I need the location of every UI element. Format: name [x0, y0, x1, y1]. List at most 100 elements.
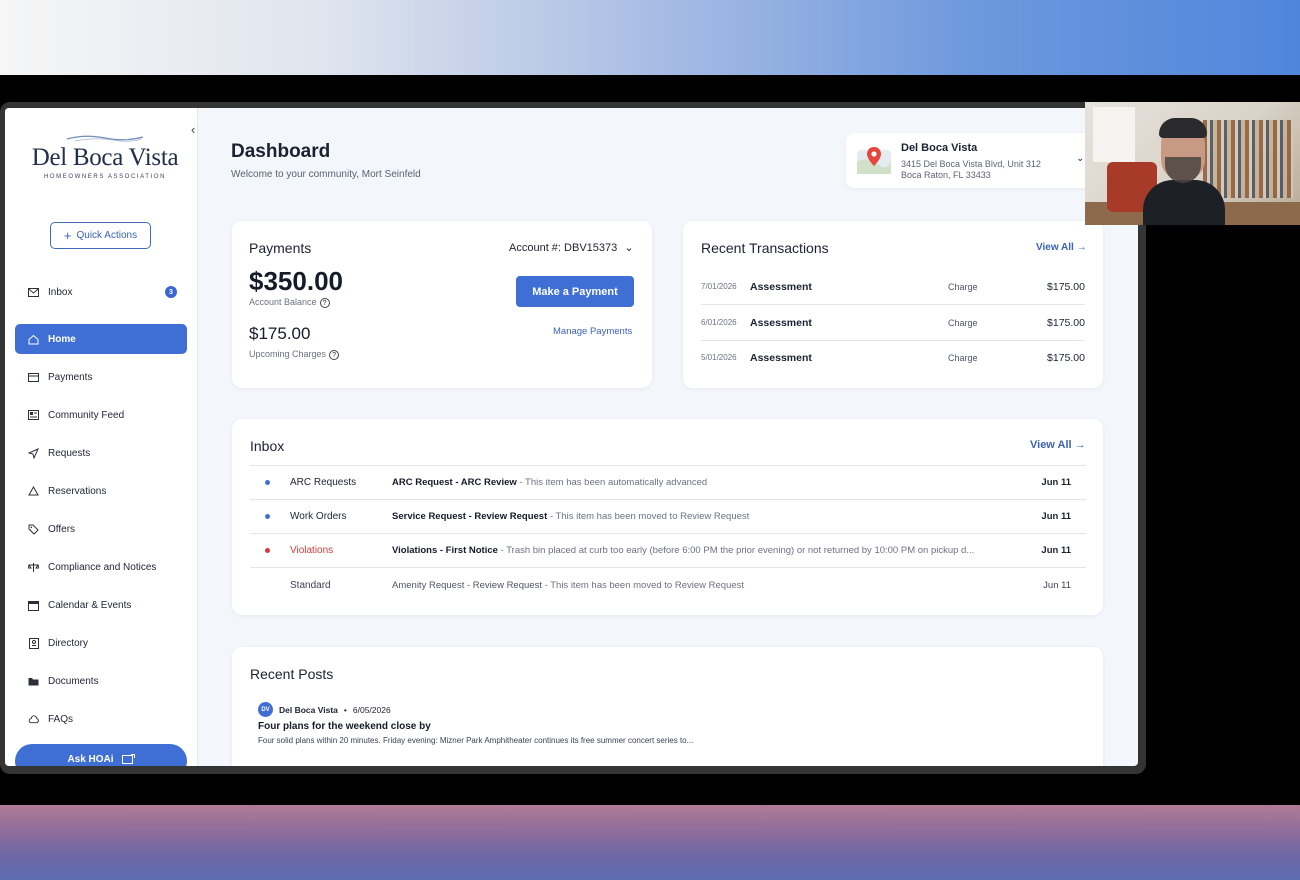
sidebar-item-calendar[interactable]: Calendar & Events: [15, 590, 187, 620]
help-icon[interactable]: ?: [329, 349, 340, 360]
sidebar-item-label: Reservations: [48, 485, 107, 497]
avatar: DV: [258, 702, 273, 717]
sidebar-item-label: Inbox: [48, 286, 73, 298]
logo-tagline: HOMEOWNERS ASSOCIATION: [43, 174, 167, 180]
webcam-window-area: [1093, 107, 1135, 162]
inbox-date: Jun 11: [1041, 511, 1071, 522]
transaction-row[interactable]: 6/01/2026 Assessment Charge $175.00: [701, 306, 1085, 341]
transactions-view-all-link[interactable]: View All →: [1036, 242, 1087, 253]
community-address-line1: 3415 Del Boca Vista Blvd, Unit 312: [901, 159, 1041, 169]
post-body: Four solid plans within 20 minutes. Frid…: [258, 736, 694, 745]
recent-posts-title: Recent Posts: [250, 666, 334, 682]
tag-icon: [28, 524, 39, 535]
sidebar-item-community-feed[interactable]: Community Feed: [15, 400, 187, 430]
transaction-type: Charge: [948, 282, 978, 292]
app-window: ‹ Del Boca Vista HOMEOWNERS ASSOCIATION …: [5, 108, 1138, 766]
inbox-message: Violations - First Notice - Trash bin pl…: [392, 545, 1012, 556]
book-icon: [28, 637, 39, 649]
collapse-sidebar-icon[interactable]: ‹: [191, 122, 195, 137]
map-pin-icon: [856, 144, 892, 176]
transaction-row[interactable]: 5/01/2026 Assessment Charge $175.00: [701, 341, 1085, 376]
upcoming-charges-label: Upcoming Charges: [249, 349, 327, 359]
recent-transactions-card: Recent Transactions View All → 7/01/2026…: [683, 221, 1103, 388]
transactions-title: Recent Transactions: [701, 240, 829, 256]
inbox-detail: - Trash bin placed at curb too early (be…: [497, 545, 975, 556]
sidebar-item-label: Community Feed: [48, 409, 125, 421]
background-bottom: [0, 805, 1300, 880]
unread-dot-icon: [265, 548, 270, 553]
transaction-date: 7/01/2026: [701, 282, 737, 291]
inbox-row[interactable]: Work Orders Service Request - Review Req…: [250, 500, 1086, 534]
view-all-label: View All: [1036, 242, 1074, 253]
account-selector[interactable]: Account #: DBV15373 ⌄: [509, 241, 634, 254]
transaction-date: 6/01/2026: [701, 318, 737, 327]
post-author[interactable]: Del Boca Vista: [279, 705, 338, 715]
ask-hoai-button[interactable]: Ask HOAi: [15, 744, 187, 766]
inbox-message: Service Request - Review Request - This …: [392, 511, 1012, 522]
tent-icon: [28, 486, 39, 497]
quick-actions-button[interactable]: + Quick Actions: [50, 222, 151, 249]
sidebar-item-reservations[interactable]: Reservations: [15, 476, 187, 506]
transaction-row[interactable]: 7/01/2026 Assessment Charge $175.00: [701, 270, 1085, 305]
community-address-line2: Boca Raton, FL 33433: [901, 170, 991, 180]
account-number: Account #: DBV15373: [509, 242, 618, 254]
sidebar-item-inbox[interactable]: Inbox 3: [15, 277, 187, 307]
community-selector[interactable]: Del Boca Vista 3415 Del Boca Vista Blvd,…: [846, 133, 1096, 188]
sidebar-item-label: Documents: [48, 675, 99, 687]
transaction-amount: $175.00: [1047, 352, 1085, 364]
inbox-category: Standard: [290, 580, 331, 591]
webcam-bookshelf: [1203, 120, 1293, 198]
sidebar-item-offers[interactable]: Offers: [15, 514, 187, 544]
sidebar-item-faqs[interactable]: FAQs: [15, 704, 187, 734]
webcam-person-body: [1143, 180, 1225, 225]
sidebar-item-home[interactable]: Home: [15, 324, 187, 354]
sidebar-item-label: Offers: [48, 523, 76, 535]
payments-card: Payments Account #: DBV15373 ⌄ $350.00 A…: [232, 221, 652, 388]
account-balance-label-row: Account Balance?: [249, 297, 330, 308]
sidebar-item-documents[interactable]: Documents: [15, 666, 187, 696]
inbox-subject: Violations - First Notice: [392, 545, 498, 556]
webcam-video: [1085, 102, 1300, 225]
folder-icon: [28, 676, 39, 687]
sidebar-item-payments[interactable]: Payments: [15, 362, 187, 392]
community-logo[interactable]: Del Boca Vista HOMEOWNERS ASSOCIATION: [25, 134, 185, 180]
inbox-row[interactable]: ARC Requests ARC Request - ARC Review - …: [250, 466, 1086, 500]
transaction-name: Assessment: [750, 352, 812, 364]
post-meta: DV Del Boca Vista • 6/05/2026: [258, 702, 391, 717]
inbox-detail: - This item has been moved to Review Req…: [541, 580, 745, 591]
sidebar-item-label: Requests: [48, 447, 91, 459]
inbox-count-badge: 3: [165, 286, 177, 298]
upcoming-charges-label-row: Upcoming Charges?: [249, 349, 340, 360]
sidebar-item-label: Calendar & Events: [48, 599, 132, 611]
sidebar-item-requests[interactable]: Requests: [15, 438, 187, 468]
scale-icon: [28, 562, 39, 573]
manage-payments-link[interactable]: Manage Payments: [553, 326, 632, 337]
inbox-message: Amenity Request - Review Request - This …: [392, 580, 1012, 591]
inbox-subject: ARC Request - ARC Review: [392, 477, 517, 488]
inbox-row[interactable]: Violations Violations - First Notice - T…: [250, 534, 1086, 568]
sidebar-item-directory[interactable]: Directory: [15, 628, 187, 658]
ask-hoai-label: Ask HOAi: [67, 754, 114, 765]
transaction-amount: $175.00: [1047, 317, 1085, 329]
chevron-down-icon[interactable]: ⌄: [1076, 153, 1084, 164]
account-balance-label: Account Balance: [249, 297, 317, 307]
logo-wave-icon: [66, 135, 144, 142]
inbox-row[interactable]: Standard Amenity Request - Review Reques…: [250, 569, 1086, 603]
plus-icon: +: [63, 228, 72, 243]
inbox-category: Violations: [290, 545, 334, 556]
newspaper-icon: [28, 410, 39, 421]
post-title[interactable]: Four plans for the weekend close by: [258, 721, 431, 732]
make-payment-button[interactable]: Make a Payment: [516, 276, 634, 307]
sidebar-item-label: Compliance and Notices: [48, 561, 157, 573]
background-top: [0, 0, 1300, 75]
inbox-detail: - This item has been moved to Review Req…: [547, 511, 750, 522]
inbox-title: Inbox: [250, 438, 285, 454]
sidebar-item-compliance[interactable]: Compliance and Notices: [15, 552, 187, 582]
inbox-view-all-link[interactable]: View All →: [1030, 439, 1086, 451]
page-subtitle: Welcome to your community, Mort Seinfeld: [231, 169, 421, 180]
recent-posts-card: Recent Posts DV Del Boca Vista • 6/05/20…: [232, 647, 1103, 766]
logo-name: Del Boca Vista: [31, 144, 179, 171]
cloud-icon: [28, 714, 39, 725]
help-icon[interactable]: ?: [319, 297, 330, 308]
transaction-name: Assessment: [750, 317, 812, 329]
